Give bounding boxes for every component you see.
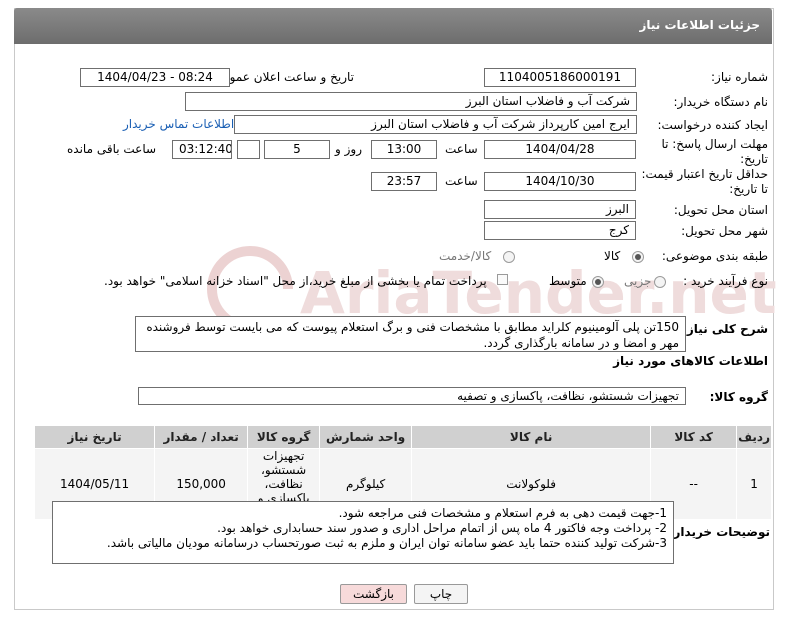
print-button[interactable]: چاپ [414,584,468,604]
col-header-row-number: ردیف [736,425,772,449]
category-goods-service-radio[interactable] [503,251,515,263]
requester-field: ایرج امین کارپرداز شرکت آب و فاضلاب استا… [234,115,637,134]
public-announce-field: 1404/04/23 - 08:24 [80,68,230,87]
col-header-goods-name: نام کالا [411,425,652,449]
treasury-note-text: پرداخت تمام یا بخشی از مبلغ خرید،از محل … [104,274,487,288]
buyer-org-field: شرکت آب و فاضلاب استان البرز [185,92,637,111]
buyer-org-label: نام دستگاه خریدار: [673,95,769,109]
reply-time-label: ساعت [445,142,478,156]
category-label: طبقه بندی موضوعی: [661,249,768,263]
table-header-row: ردیف کد کالا نام کالا واحد شمارش گروه کا… [33,425,772,449]
province-field: البرز [484,200,636,219]
requester-label: ایجاد کننده درخواست: [657,118,768,132]
days-left-field: 5 [264,140,330,159]
buyer-contact-link[interactable]: اطلاعات تماس خریدار [123,117,234,131]
col-header-quantity: تعداد / مقدار [154,425,249,449]
buyer-note-line: 3-شرکت تولید کننده حتما باید عضو سامانه … [106,536,667,550]
buyer-notes-label: توضیحات خریدار: [668,525,770,539]
category-goods-service-text: کالا/خدمت [439,249,492,263]
city-label: شهر محل تحویل: [681,224,768,238]
days-spacer-box [237,140,260,159]
col-header-goods-code: کد کالا [650,425,738,449]
province-label: استان محل تحویل: [673,203,768,217]
category-goods-text: کالا [604,249,621,263]
validity-time-label: ساعت [445,174,478,188]
price-validity-label: حداقل تاریخ اعتبار قیمت: تا تاریخ: [641,167,768,196]
need-number-label: شماره نیاز: [711,70,768,84]
process-medium-text: متوسط [549,274,587,288]
city-field: کرج [484,221,636,240]
hours-left-field: 03:12:40 [172,140,232,159]
reply-deadline-label: مهلت ارسال پاسخ: تا تاریخ: [661,137,768,166]
panel-header: جزئیات اطلاعات نیاز [14,8,772,44]
col-header-goods-group: گروه کالا [247,425,321,449]
validity-time-field: 23:57 [371,172,437,191]
reply-time-field: 13:00 [371,140,437,159]
cell-row-number: 1 [736,448,772,520]
buyer-note-line: 2- پرداخت وجه فاکتور 4 ماه پس از اتمام م… [217,521,667,535]
back-button[interactable]: بازگشت [340,584,407,604]
reply-date-field: 1404/04/28 [484,140,636,159]
goods-group-label: گروه کالا: [709,390,768,404]
day-and-label: روز و [335,142,362,156]
panel-title: جزئیات اطلاعات نیاز [639,18,760,32]
col-header-unit: واحد شمارش [319,425,413,449]
public-announce-label: تاریخ و ساعت اعلان عمومی: [209,70,354,84]
description-textarea: 150تن پلی آلومینیوم کلراید مطابق با مشخص… [135,316,686,352]
treasury-checkbox[interactable] [497,274,508,285]
description-label: شرح کلی نیاز: [682,322,768,336]
col-header-need-date: تاریخ نیاز [33,425,156,449]
buyer-note-line: 1-جهت قیمت دهی به فرم استعلام و مشخصات ف… [338,506,667,520]
process-type-label: نوع فرآیند خرید : [683,274,768,288]
need-number-field: 1104005186000191 [484,68,636,87]
validity-date-field: 1404/10/30 [484,172,636,191]
process-partial-radio[interactable] [654,276,666,288]
buyer-notes-textarea: 1-جهت قیمت دهی به فرم استعلام و مشخصات ف… [52,501,674,564]
category-goods-radio[interactable] [632,251,644,263]
time-left-label: ساعت باقی مانده [67,142,157,156]
goods-group-field: تجهیزات شستشو، نظافت، پاکسازی و تصفیه [138,387,686,405]
process-partial-text: جزیی [624,274,652,288]
process-medium-radio[interactable] [592,276,604,288]
goods-info-heading: اطلاعات کالاهای مورد نیاز [613,354,768,368]
